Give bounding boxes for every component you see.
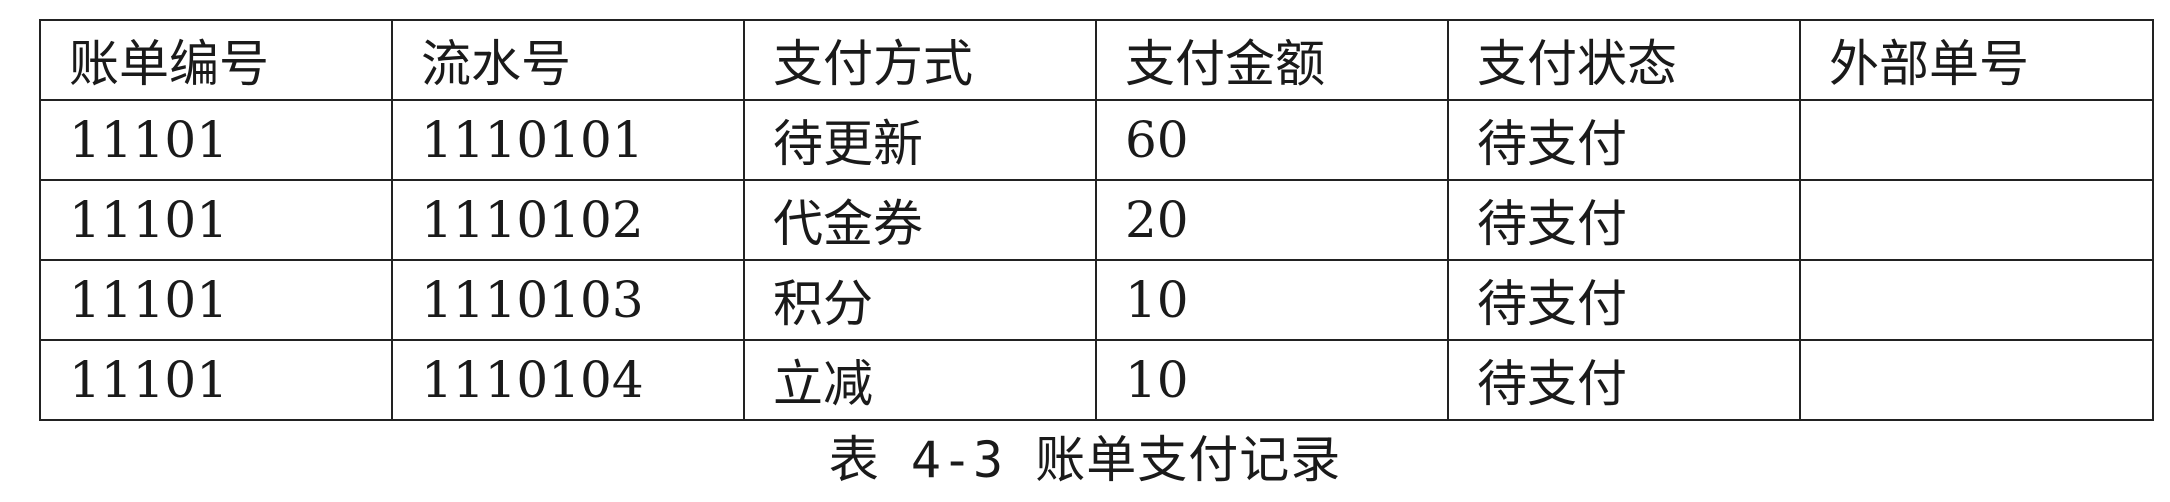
cell-serial-no: 1110101 bbox=[391, 99, 745, 181]
cell-external-id bbox=[1799, 339, 2154, 421]
cell-payment-status: 待支付 bbox=[1447, 339, 1801, 421]
cell-payment-method: 代金券 bbox=[743, 179, 1097, 261]
header-external-id: 外部单号 bbox=[1799, 19, 2154, 101]
cell-serial-no: 1110102 bbox=[391, 179, 745, 261]
cell-payment-amount: 20 bbox=[1095, 179, 1449, 261]
cell-payment-status: 待支付 bbox=[1447, 259, 1801, 341]
cell-payment-method: 积分 bbox=[743, 259, 1097, 341]
table-row: 11101 1110101 待更新 60 待支付 bbox=[39, 99, 2154, 181]
cell-payment-method: 立减 bbox=[743, 339, 1097, 421]
table-row: 11101 1110102 代金券 20 待支付 bbox=[39, 179, 2154, 261]
cell-external-id bbox=[1799, 179, 2154, 261]
table-row: 11101 1110103 积分 10 待支付 bbox=[39, 259, 2154, 341]
cell-bill-id: 11101 bbox=[39, 99, 393, 181]
header-payment-method: 支付方式 bbox=[743, 19, 1097, 101]
cell-bill-id: 11101 bbox=[39, 259, 393, 341]
payment-record-table-container: 账单编号 流水号 支付方式 支付金额 支付状态 外部单号 11101 11101… bbox=[39, 19, 2154, 421]
cell-payment-amount: 10 bbox=[1095, 259, 1449, 341]
cell-serial-no: 1110104 bbox=[391, 339, 745, 421]
table-caption: 表 4-3 账单支付记录 bbox=[828, 431, 1342, 489]
cell-payment-method: 待更新 bbox=[743, 99, 1097, 181]
cell-payment-status: 待支付 bbox=[1447, 99, 1801, 181]
header-serial-no: 流水号 bbox=[391, 19, 745, 101]
cell-serial-no: 1110103 bbox=[391, 259, 745, 341]
cell-external-id bbox=[1799, 259, 2154, 341]
header-payment-amount: 支付金额 bbox=[1095, 19, 1449, 101]
cell-payment-amount: 60 bbox=[1095, 99, 1449, 181]
cell-bill-id: 11101 bbox=[39, 339, 393, 421]
cell-bill-id: 11101 bbox=[39, 179, 393, 261]
cell-payment-status: 待支付 bbox=[1447, 179, 1801, 261]
payment-record-table: 账单编号 流水号 支付方式 支付金额 支付状态 外部单号 11101 11101… bbox=[39, 19, 2154, 421]
table-row: 11101 1110104 立减 10 待支付 bbox=[39, 339, 2154, 421]
cell-payment-amount: 10 bbox=[1095, 339, 1449, 421]
header-bill-id: 账单编号 bbox=[39, 19, 393, 101]
table-header-row: 账单编号 流水号 支付方式 支付金额 支付状态 外部单号 bbox=[39, 19, 2154, 101]
cell-external-id bbox=[1799, 99, 2154, 181]
header-payment-status: 支付状态 bbox=[1447, 19, 1801, 101]
